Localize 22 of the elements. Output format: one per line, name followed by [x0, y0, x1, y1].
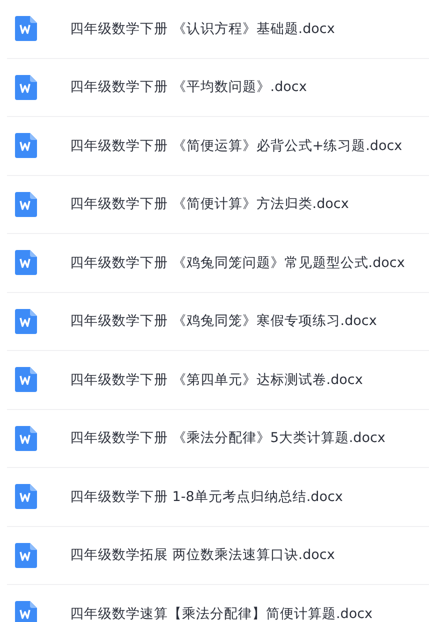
file-name[interactable]: 四年级数学速算【乘法分配律】简便计算题.docx [70, 604, 373, 622]
file-name[interactable]: 四年级数学下册 《简便运算》必背公式+练习题.docx [70, 136, 402, 155]
file-name[interactable]: 四年级数学下册 《乘法分配律》5大类计算题.docx [70, 429, 386, 448]
file-name[interactable]: 四年级数学下册 《简便计算》方法归类.docx [70, 195, 349, 214]
file-name[interactable]: 四年级数学下册 《鸡兔同笼问题》常见题型公式.docx [70, 254, 405, 272]
file-name[interactable]: 四年级数学下册 《鸡兔同笼》寒假专项练习.docx [70, 312, 377, 330]
document-icon [15, 74, 37, 100]
file-name[interactable]: 四年级数学下册 《第四单元》达标测试卷.docx [70, 370, 363, 389]
document-icon [15, 133, 37, 158]
document-icon [15, 250, 37, 276]
document-icon [15, 367, 37, 392]
file-name[interactable]: 四年级数学下册 1-8单元考点归纳总结.docx [70, 488, 343, 506]
file-name[interactable]: 四年级数学下册 《认识方程》基础题.docx [70, 20, 335, 38]
file-name[interactable]: 四年级数学拓展 两位数乘法速算口诀.docx [70, 546, 335, 564]
document-icon [15, 426, 37, 451]
document-icon [15, 601, 37, 622]
document-icon [15, 192, 37, 217]
document-icon [15, 308, 37, 334]
document-icon [15, 484, 37, 510]
document-icon [15, 542, 37, 568]
file-name[interactable]: 四年级数学下册 《平均数问题》.docx [70, 78, 307, 96]
document-icon [15, 16, 37, 42]
